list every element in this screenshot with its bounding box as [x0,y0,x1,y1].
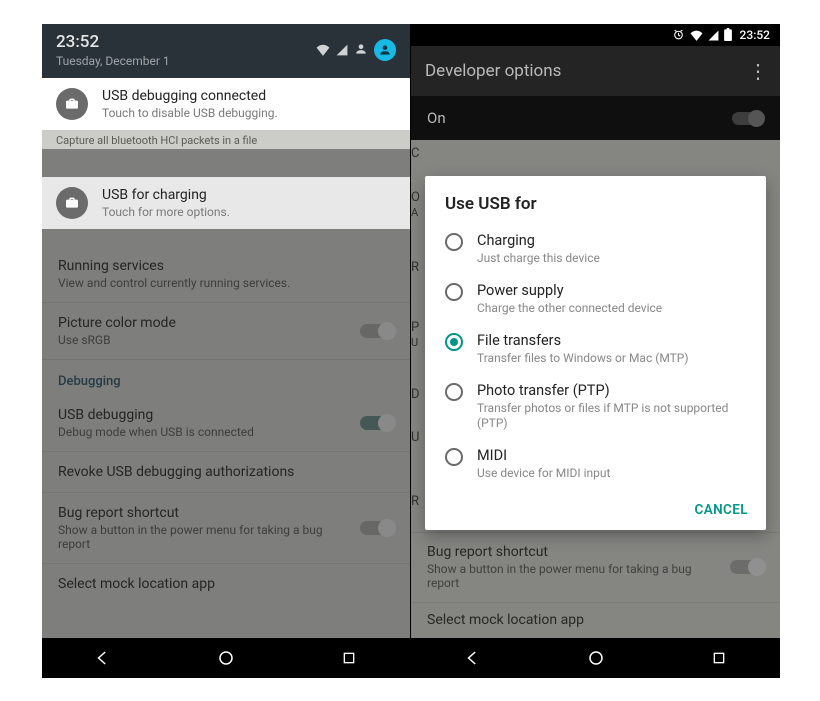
nav-recents-button[interactable] [339,648,359,668]
usb-option-file-transfers[interactable]: File transfers Transfer files to Windows … [425,324,766,374]
radio-button[interactable] [445,448,463,466]
notification-usb-charging[interactable]: USB for charging Touch for more options. [42,177,410,229]
option-subtitle: Transfer files to Windows or Mac (MTP) [477,351,689,366]
cancel-button[interactable]: CANCEL [694,502,748,518]
nav-back-button[interactable] [93,648,113,668]
notification-title: USB debugging connected [102,88,278,104]
notification-subtitle: Touch for more options. [102,205,230,219]
option-subtitle: Charge the other connected device [477,301,662,316]
overflow-menu-button[interactable]: ⋮ [748,59,766,83]
option-title: MIDI [477,447,610,464]
signal-icon [708,26,719,45]
status-time: 23:52 [740,28,770,42]
dialog-title: Use USB for [425,194,766,224]
option-subtitle: Transfer photos or files if MTP is not s… [477,401,746,431]
switch-toggle[interactable] [732,112,764,125]
alarm-icon [672,26,685,45]
option-title: Charging [477,232,600,249]
usb-option-photo-transfer-ptp-[interactable]: Photo transfer (PTP) Transfer photos or f… [425,374,766,439]
app-bar-title: Developer options [425,61,561,81]
option-title: File transfers [477,332,689,349]
notification-title: USB for charging [102,187,230,203]
nav-bar [42,638,410,678]
option-subtitle: Just charge this device [477,251,600,266]
date-text: Tuesday, December 1 [56,54,170,68]
option-title: Photo transfer (PTP) [477,382,746,399]
nav-recents-button[interactable] [709,648,729,668]
captured-setting-peek: Capture all bluetooth HCI packets in a f… [42,130,410,149]
usb-option-charging[interactable]: Charging Just charge this device [425,224,766,274]
wifi-icon [316,41,330,60]
notification-panel: 23:52 Tuesday, December 1 USB debugging … [42,24,410,229]
app-bar: Developer options ⋮ [411,46,780,96]
option-subtitle: Use device for MIDI input [477,466,610,481]
use-usb-dialog: Use USB for Charging Just charge this dev… [425,176,766,530]
usb-option-midi[interactable]: MIDI Use device for MIDI input [425,439,766,489]
developer-options-master-switch[interactable]: On [411,96,780,140]
briefcase-icon [56,187,88,219]
nav-back-button[interactable] [463,648,483,668]
switch-label: On [427,109,446,127]
option-title: Power supply [477,282,662,299]
notification-usb-debugging[interactable]: USB debugging connected Touch to disable… [42,78,410,130]
radio-button[interactable] [445,283,463,301]
radio-button[interactable] [445,233,463,251]
usb-option-power-supply[interactable]: Power supply Charge the other connected d… [425,274,766,324]
avatar[interactable] [374,39,396,61]
notification-subtitle: Touch to disable USB debugging. [102,106,278,120]
briefcase-icon [56,88,88,120]
nav-home-button[interactable] [216,648,236,668]
clock-text: 23:52 [56,32,170,52]
status-bar-expanded: 23:52 Tuesday, December 1 [42,24,410,78]
radio-button[interactable] [445,333,463,351]
radio-button[interactable] [445,383,463,401]
signal-icon [336,41,348,60]
status-bar: 23:52 [411,24,780,46]
battery-icon [724,26,732,45]
person-icon [354,41,368,60]
nav-home-button[interactable] [586,648,606,668]
nav-bar [411,638,780,678]
wifi-icon [690,26,703,45]
